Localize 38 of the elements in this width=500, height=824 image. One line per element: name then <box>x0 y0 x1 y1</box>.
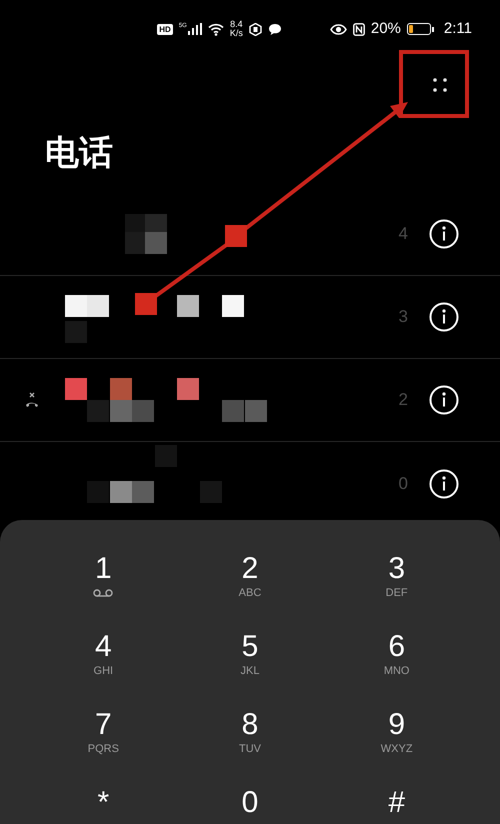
dial-key[interactable]: 4 GHI <box>30 630 177 700</box>
missed-call-icon <box>24 392 40 408</box>
call-count: 4 <box>398 223 408 246</box>
info-button[interactable] <box>428 301 460 333</box>
dial-key[interactable]: 6 MNO <box>323 630 470 700</box>
hd-badge: HD <box>157 24 173 34</box>
dial-key[interactable]: # <box>323 786 470 824</box>
signal-icon <box>188 23 202 35</box>
nfc-icon <box>352 22 365 36</box>
info-button[interactable] <box>428 218 460 250</box>
voicemail-icon <box>93 589 114 597</box>
call-count: 0 <box>398 472 408 495</box>
page-title: 电话 <box>45 136 113 170</box>
dial-key[interactable]: 9 WXYZ <box>323 708 470 778</box>
highlight-box <box>399 50 469 118</box>
eye-icon <box>330 24 347 34</box>
speed-unit: K/s <box>230 29 243 38</box>
call-count: 3 <box>398 306 408 328</box>
battery-percent: 20% <box>370 18 401 39</box>
clock: 2:11 <box>444 18 472 39</box>
pixelated-redaction <box>125 214 167 254</box>
shield-app-icon <box>248 22 262 36</box>
battery-icon <box>406 23 434 35</box>
dial-key[interactable]: 7 PQRS <box>30 708 177 778</box>
speed-value: 8.4 <box>230 20 243 29</box>
info-button[interactable] <box>428 384 460 416</box>
info-button[interactable] <box>428 468 460 500</box>
message-icon <box>268 22 282 36</box>
dial-key[interactable]: * <box>30 786 177 824</box>
dial-key[interactable]: 0 <box>176 786 324 824</box>
dial-key[interactable]: 1 <box>30 552 177 622</box>
wifi-icon <box>208 22 224 36</box>
dial-key[interactable]: 3 DEF <box>323 552 470 622</box>
call-count: 2 <box>398 389 408 412</box>
more-icon <box>433 78 447 92</box>
dial-key[interactable]: 8 TUV <box>176 708 324 778</box>
dial-key[interactable]: 5 JKL <box>176 630 324 700</box>
dial-key[interactable]: 2 ABC <box>176 552 324 622</box>
